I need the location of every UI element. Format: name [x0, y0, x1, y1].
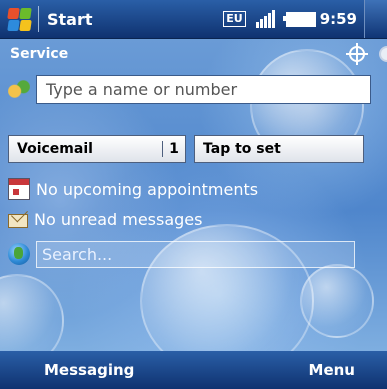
speed-dial-row: Voicemail 1 Tap to set — [8, 135, 387, 165]
appointments-item[interactable]: No upcoming appointments — [0, 175, 387, 203]
today-screen: Service Type a name or number Voicemail … — [0, 39, 387, 351]
appointments-text: No upcoming appointments — [36, 179, 259, 199]
network-badge[interactable]: EU — [223, 11, 246, 27]
service-row: Service — [0, 39, 387, 69]
messages-item[interactable]: No unread messages — [0, 205, 387, 233]
voicemail-count: 1 — [162, 141, 185, 157]
search-row: Search... — [0, 239, 387, 269]
menu-softkey[interactable]: Menu — [309, 361, 355, 379]
background-bubble — [300, 264, 374, 338]
start-label: Start — [47, 9, 93, 29]
call-row: Type a name or number — [0, 73, 387, 105]
speed-dial-set-button[interactable]: Tap to set — [194, 135, 364, 163]
globe-search-icon — [8, 243, 30, 265]
search-input[interactable]: Search... — [36, 240, 355, 268]
background-bubble — [0, 274, 64, 351]
contacts-phone-icon — [8, 78, 30, 100]
messaging-softkey[interactable]: Messaging — [44, 361, 134, 379]
voicemail-button[interactable]: Voicemail 1 — [8, 135, 186, 163]
messages-text: No unread messages — [34, 209, 203, 229]
title-separator — [38, 6, 39, 32]
calendar-icon — [8, 178, 30, 200]
settings-icon[interactable] — [379, 46, 387, 62]
title-bar: Start EU 9:59 — [0, 0, 387, 39]
clock[interactable]: 9:59 — [320, 10, 357, 28]
voicemail-label: Voicemail — [17, 141, 93, 157]
mail-envelope-icon — [8, 214, 28, 228]
start-button[interactable]: Start — [0, 0, 93, 38]
battery-icon[interactable] — [282, 11, 316, 27]
crosshair-icon[interactable] — [346, 43, 368, 65]
windows-logo-icon — [6, 6, 32, 32]
softkey-bar: Messaging Menu — [0, 351, 387, 389]
close-button[interactable] — [364, 0, 387, 38]
speed-dial-set-label: Tap to set — [203, 141, 281, 157]
status-area: EU 9:59 — [223, 0, 387, 38]
signal-strength-icon[interactable] — [255, 10, 276, 28]
service-label: Service — [10, 46, 69, 62]
call-input[interactable]: Type a name or number — [36, 74, 371, 104]
